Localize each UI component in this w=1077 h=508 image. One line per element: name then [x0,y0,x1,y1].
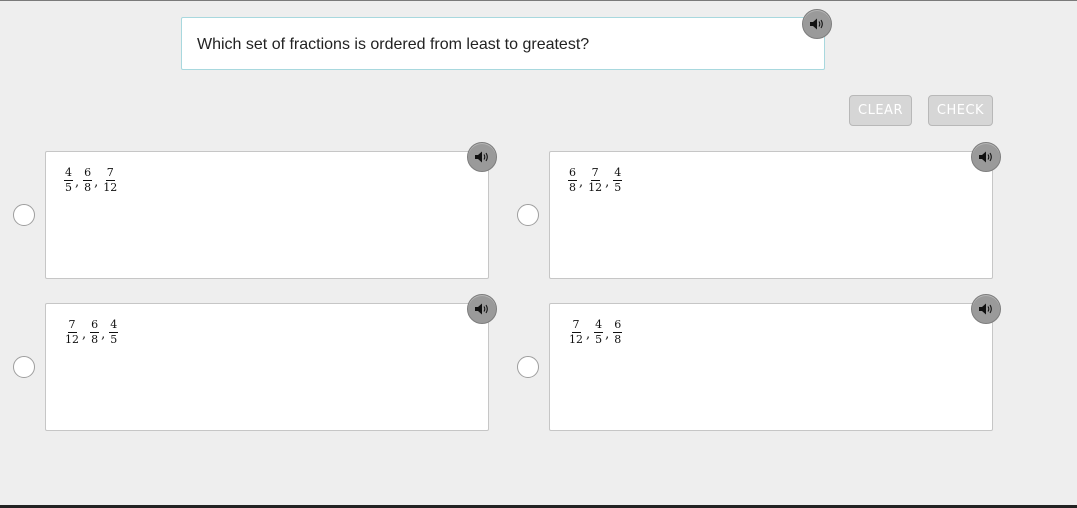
fraction: 68 [83,166,93,194]
option-d-speaker-icon[interactable] [971,294,1001,324]
option-d-fractions: 7 12 , 45 , 68 [567,319,623,346]
option-c-radio[interactable] [13,356,35,378]
option-a-speaker-icon[interactable] [467,142,497,172]
separator: , [586,327,591,342]
question-box: Which set of fractions is ordered from l… [181,17,825,70]
question-speaker-icon[interactable] [802,9,832,39]
clear-button[interactable]: CLEAR [849,95,912,126]
separator: , [605,175,610,190]
fraction: 45 [109,318,119,346]
fraction: 68 [568,166,577,194]
option-b-fractions: 68 , 7 12 , 45 [567,167,623,194]
option-b-radio[interactable] [517,204,539,226]
separator: , [82,327,87,342]
option-b-speaker-icon[interactable] [971,142,1001,172]
fraction: 45 [64,166,73,194]
separator: , [579,175,584,190]
fraction: 7 12 [569,318,583,346]
option-a-card[interactable]: 45 , 68 , 7 12 [45,151,489,279]
check-button[interactable]: CHECK [928,95,993,126]
option-d-card[interactable]: 7 12 , 45 , 68 [549,303,993,431]
fraction: 45 [613,166,623,194]
option-b-card[interactable]: 68 , 7 12 , 45 [549,151,993,279]
fraction: 68 [613,318,623,346]
fraction: 68 [90,318,100,346]
option-a-radio[interactable] [13,204,35,226]
option-d-radio[interactable] [517,356,539,378]
fraction: 7 12 [65,318,79,346]
fraction: 7 12 [588,166,603,194]
option-c-speaker-icon[interactable] [467,294,497,324]
separator: , [75,175,80,190]
fraction: 45 [594,318,604,346]
option-a-fractions: 45 , 68 , 7 12 [63,167,119,194]
option-c-card[interactable]: 7 12 , 68 , 45 [45,303,489,431]
question-text: Which set of fractions is ordered from l… [197,36,590,53]
fraction: 7 12 [103,166,118,194]
option-c-fractions: 7 12 , 68 , 45 [63,319,119,346]
separator: , [605,327,610,342]
separator: , [94,175,99,190]
separator: , [101,327,106,342]
